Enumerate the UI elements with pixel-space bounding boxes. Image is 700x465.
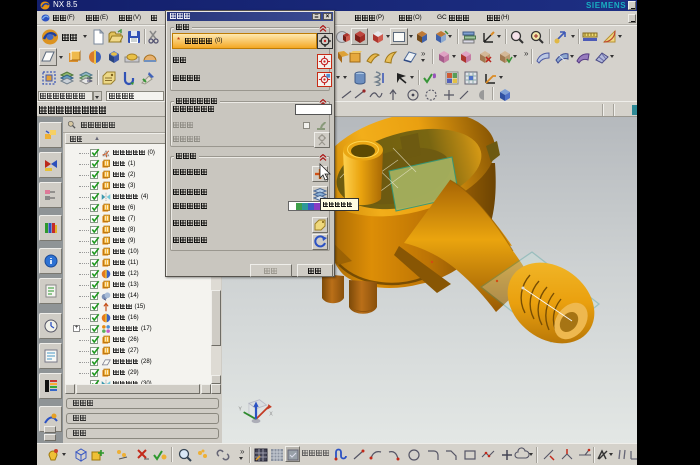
svg-text:X: X: [269, 412, 273, 418]
svg-text:Y: Y: [238, 406, 242, 412]
